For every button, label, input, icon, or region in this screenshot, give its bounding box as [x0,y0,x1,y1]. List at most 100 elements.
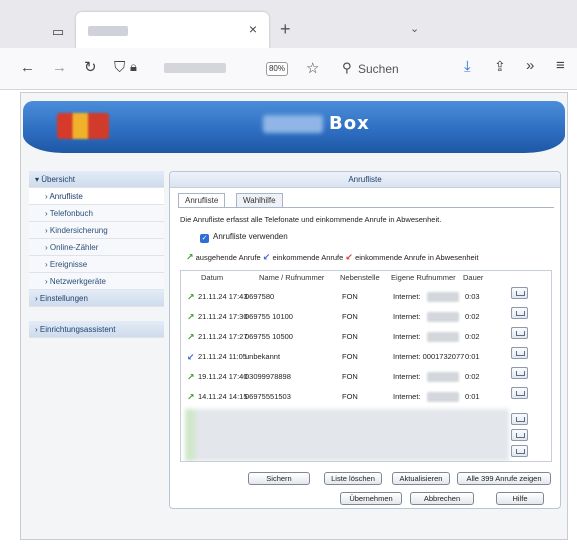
phone-outgoing-icon: ↗ [187,372,195,382]
reload-icon[interactable]: ↻ [84,60,97,76]
call-extension: FON [342,392,358,401]
call-date: 19.11.24 17:40 [198,372,248,381]
description-text: Die Anrufliste erfasst alle Telefonate u… [180,215,442,224]
table-row[interactable]: ↗ 21.11.24 17:30 069755 10100 FON Internet: 0… [181,307,551,327]
phonebook-icon[interactable] [511,413,528,425]
browser-tab-strip: ▭ × + ⌄ [0,0,577,48]
tab-dial-help[interactable]: Wahlhilfe [236,193,283,207]
tab-list-icon[interactable]: ▭ [51,25,65,39]
phonebook-icon[interactable] [511,347,528,359]
show-all-calls-button[interactable]: Alle 399 Anrufe zeigen [457,472,551,485]
call-number: 03099978898 [245,372,291,381]
header-extension: Nebenstelle [340,273,380,282]
new-tab-button[interactable]: + [280,19,291,40]
search-input[interactable]: ⚲ Suchen [336,55,436,83]
call-own-number: Internet: [393,312,421,321]
call-own-number: Internet: [393,332,421,341]
sidebar-item[interactable]: › Netzwerkgeräte [29,273,164,290]
router-page: Box ▾ Übersicht › Anrufliste › Telefonbuch… [20,92,568,540]
use-call-list-checkbox-row[interactable]: ✓ Anrufliste verwenden [200,232,288,243]
router-name-blurred [263,115,323,133]
share-icon[interactable]: ⇪ [494,58,506,75]
download-icon[interactable]: ⤓ [464,58,471,75]
clear-list-button[interactable]: Liste löschen [324,472,382,485]
sidebar-item[interactable]: › Kindersicherung [29,222,164,239]
phonebook-icon[interactable] [511,287,528,299]
sidebar-item[interactable]: › Online-Zähler [29,239,164,256]
panel-title: Anrufliste [170,172,560,188]
legend-incoming: einkommende Anrufe [272,253,344,262]
forward-icon[interactable]: → [52,60,67,76]
sidebar-item[interactable]: › Einrichtungsassistent [29,321,164,338]
tab-title [88,26,128,36]
phonebook-icon[interactable] [511,387,528,399]
call-duration: 0:02 [465,372,480,381]
tab-call-list[interactable]: Anrufliste [178,193,226,207]
chevron-down-icon[interactable]: ⌄ [410,22,419,35]
bookmark-star-icon[interactable]: ☆ [306,59,319,77]
overflow-icon[interactable]: » [526,57,534,74]
call-date: 21.11.24 17:30 [198,312,248,321]
url-text [164,63,226,73]
call-duration: 0:02 [465,312,480,321]
header-duration: Dauer [463,273,484,282]
phone-outgoing-icon: ↗ [187,332,195,342]
table-row[interactable]: ↗ 14.11.24 14:15 06975551503 FON Internet: 0:… [181,387,551,407]
header-date: Datum [201,273,224,282]
redacted-number [427,312,459,322]
checkbox-label: Anrufliste verwenden [213,232,288,241]
table-row[interactable]: ↗ 19.11.24 17:40 03099978898 FON Internet: 0:… [181,367,551,387]
table-header: Datum Name / Rufnummer Nebenstelle Eigen… [181,271,551,285]
header-own-number: Eigene Rufnummer [391,273,456,282]
call-date: 14.11.24 14:15 [198,392,248,401]
table-row[interactable]: ↗ 21.11.24 17:43 0697580 FON Internet: 0:03 [181,287,551,307]
cancel-button[interactable]: Abbrechen [410,492,474,505]
phone-outgoing-icon: ↗ [187,392,195,402]
browser-tab[interactable]: × [76,12,269,48]
checkbox-checked-icon[interactable]: ✓ [200,234,209,243]
sidebar-item[interactable]: › Telefonbuch [29,205,164,222]
phonebook-icon[interactable] [511,367,528,379]
phone-missed-icon: ↙ [345,252,353,262]
call-extension: FON [342,332,358,341]
phone-incoming-icon: ↙ [262,252,271,262]
call-own-number: Internet: 0001732077 [393,352,465,361]
phone-outgoing-icon: ↗ [187,292,195,302]
hamburger-menu-icon[interactable]: ≡ [556,57,565,74]
call-date: 21.11.24 17:43 [198,292,248,301]
call-duration: 0:01 [465,352,480,361]
phonebook-icon[interactable] [511,327,528,339]
phonebook-icon[interactable] [511,445,528,457]
save-button[interactable]: Sichern [248,472,310,485]
call-extension: FON [342,312,358,321]
phone-outgoing-icon: ↗ [187,312,195,322]
sidebar-item[interactable]: ▾ Übersicht [29,171,164,188]
call-number: 0697580 [245,292,275,301]
sidebar-item[interactable]: › Einstellungen [29,290,164,307]
router-logo [57,113,109,139]
phonebook-icon[interactable] [511,429,528,441]
sidebar-nav: ▾ Übersicht › Anrufliste › Telefonbuch › Ki… [29,171,164,338]
tabs-divider [178,207,554,208]
header-name: Name / Rufnummer [259,273,325,282]
shield-icon[interactable]: ⛉ [114,60,125,76]
call-extension: FON [342,352,358,361]
lock-icon[interactable]: 🔒︎ [130,59,137,75]
call-list-panel: Anrufliste Anrufliste Wahlhilfe Die Anru… [169,171,561,509]
help-button[interactable]: Hilfe [496,492,544,505]
sidebar-item[interactable]: › Ereignisse [29,256,164,273]
search-placeholder: Suchen [358,62,399,76]
zoom-level[interactable]: 80% [266,62,288,76]
apply-button[interactable]: Übernehmen [340,492,402,505]
redacted-number [427,392,459,402]
sidebar-item[interactable]: › Anrufliste [29,188,164,205]
back-icon[interactable]: ← [20,60,35,76]
phonebook-icon[interactable] [511,307,528,319]
table-row[interactable]: ↙ 21.11.24 11:05 unbekannt FON Internet: 000… [181,347,551,367]
url-bar[interactable]: 🔒︎ [130,54,316,82]
refresh-button[interactable]: Aktualisieren [392,472,450,485]
call-own-number: Internet: [393,392,421,401]
call-type-legend: ↗ ausgehende Anrufe ↙ einkommende Anrufe… [186,252,478,263]
close-tab-icon[interactable]: × [249,21,257,37]
table-row[interactable]: ↗ 21.11.24 17:27 069755 10500 FON Internet: 0… [181,327,551,347]
